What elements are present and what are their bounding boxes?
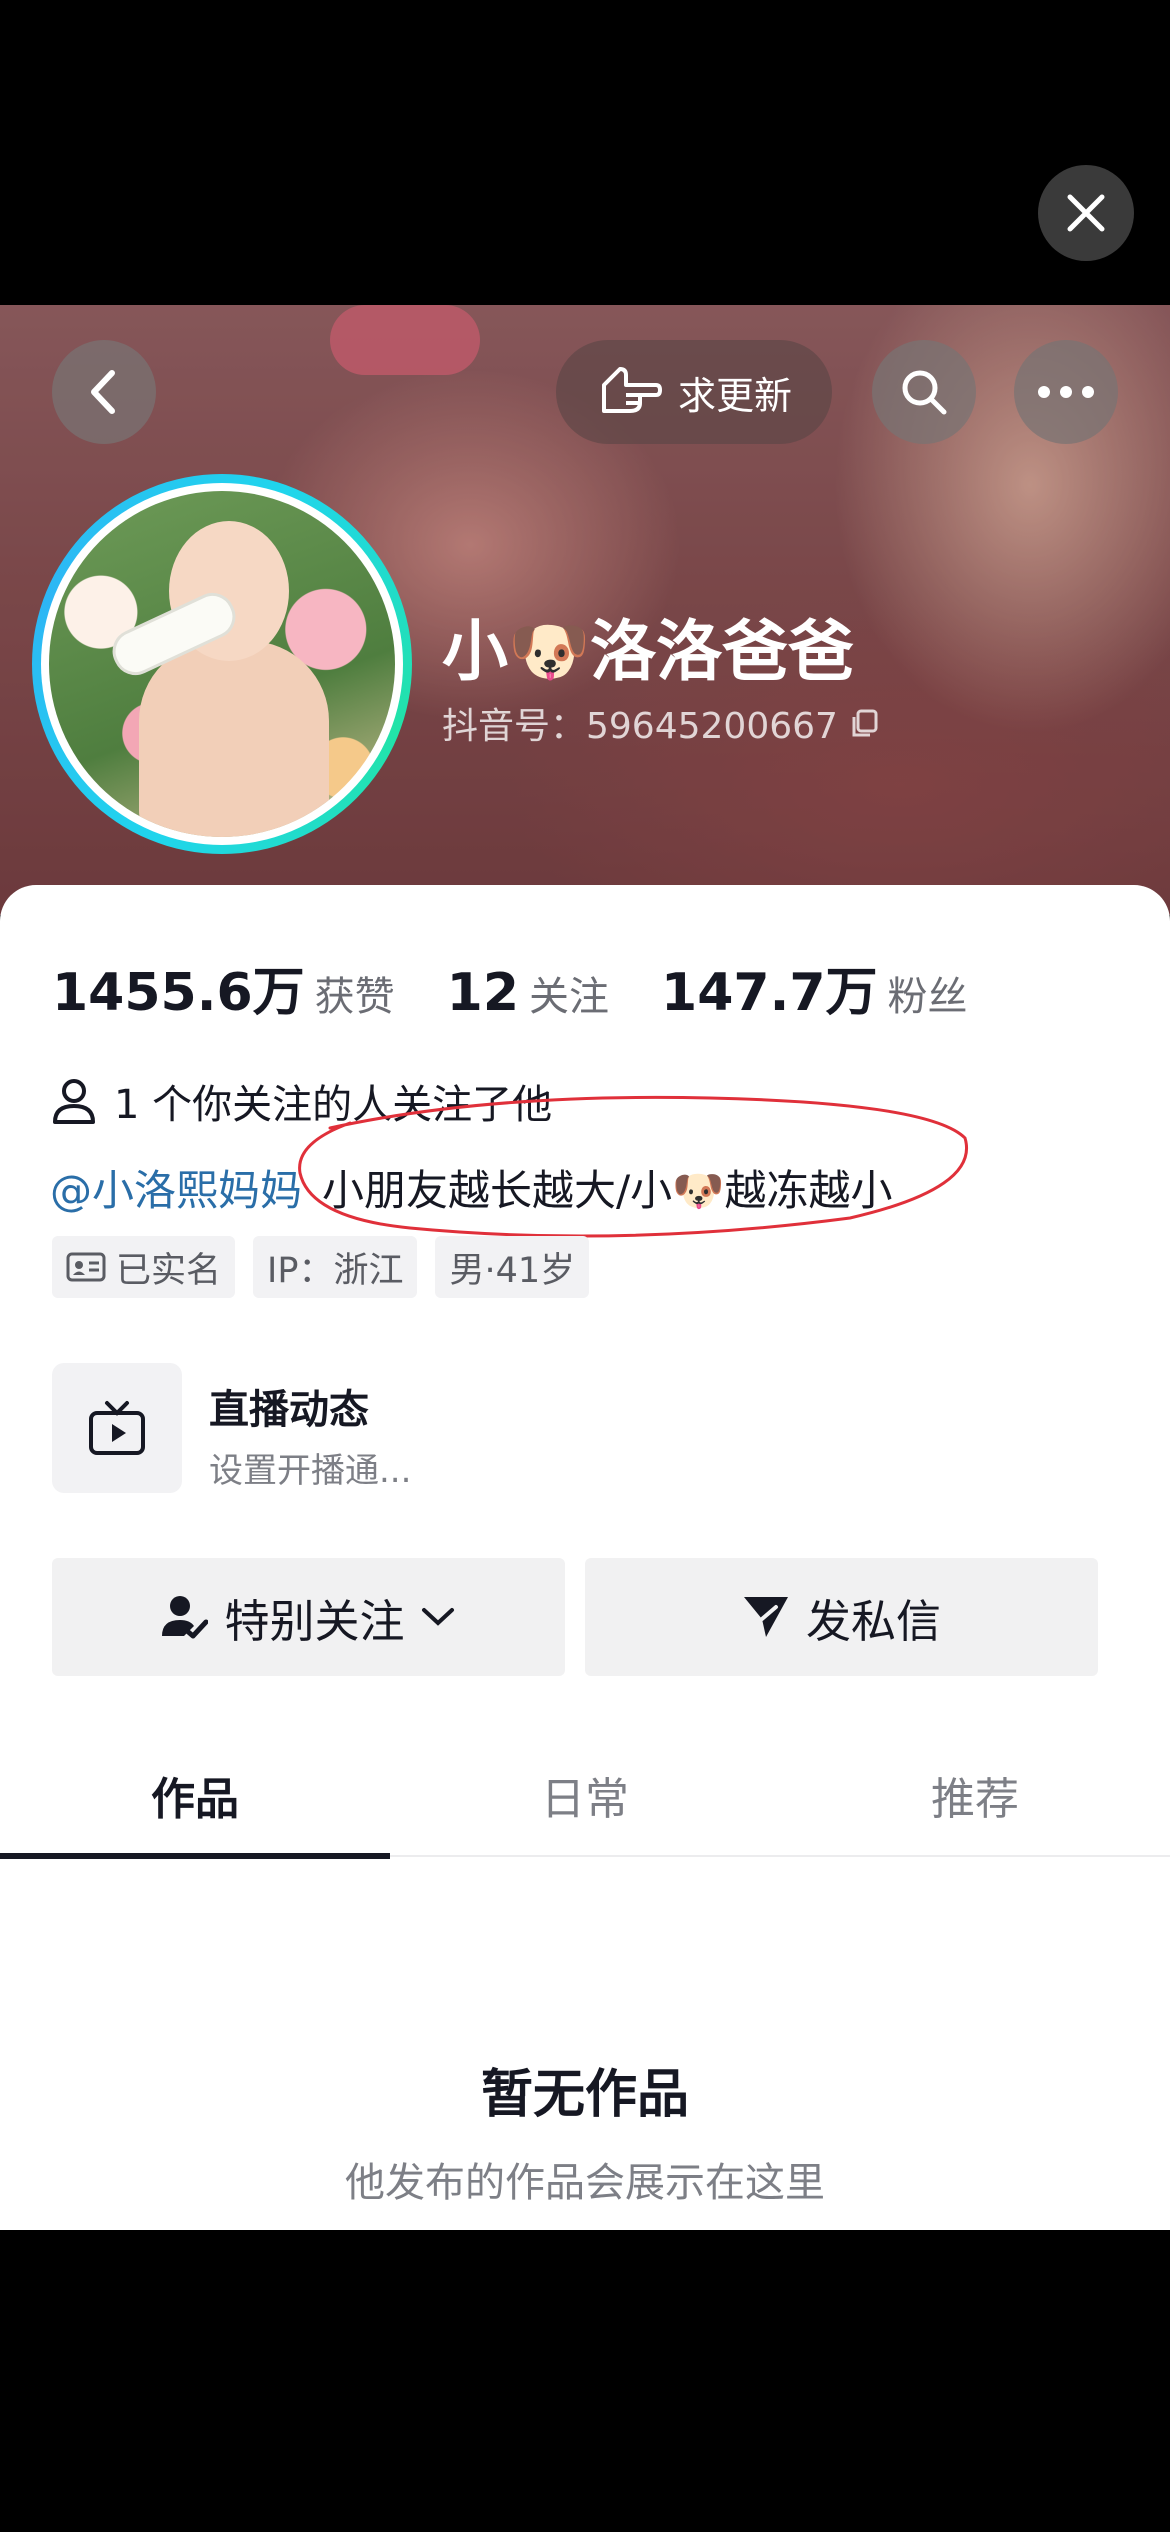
red-annotation-circle xyxy=(298,1095,968,1238)
stat-value: 12 xyxy=(446,963,520,1023)
request-update-button[interactable]: 求更新 xyxy=(556,340,832,444)
ip-tag-label: IP：浙江 xyxy=(267,1250,404,1291)
douyin-id-text: 抖音号：59645200667 xyxy=(442,706,838,747)
avatar-image xyxy=(49,491,395,837)
tab-daily[interactable]: 日常 xyxy=(390,1735,780,1855)
close-icon xyxy=(1067,194,1105,232)
person-check-icon xyxy=(162,1596,209,1639)
chevron-left-icon xyxy=(91,370,115,414)
avatar[interactable] xyxy=(32,474,412,854)
live-updates-row[interactable]: 直播动态 设置开播通... xyxy=(52,1363,852,1493)
more-icon xyxy=(1038,386,1094,398)
tab-recommended[interactable]: 推荐 xyxy=(780,1735,1170,1855)
pointing-hand-icon xyxy=(601,367,662,413)
stat-value: 1455.6万 xyxy=(52,963,305,1023)
close-button[interactable] xyxy=(1038,165,1134,261)
search-icon xyxy=(902,370,947,415)
profile-name: 小🐶洛洛爸爸 xyxy=(442,613,855,690)
id-card-icon xyxy=(66,1252,106,1282)
ip-tag: IP：浙江 xyxy=(253,1236,418,1298)
special-follow-label: 特别关注 xyxy=(224,1594,405,1648)
copy-icon xyxy=(852,709,878,737)
stat-following[interactable]: 12 关注 xyxy=(447,963,609,1023)
gender-age-tag: 男·41岁 xyxy=(435,1236,590,1298)
chevron-down-icon xyxy=(421,1608,454,1626)
verified-tag-label: 已实名 xyxy=(116,1250,222,1291)
stats-row: 1455.6万 获赞 12 关注 147.7万 粉丝 xyxy=(52,950,1020,1025)
stat-label: 获赞 xyxy=(314,974,395,1020)
tab-works[interactable]: 作品 xyxy=(0,1735,390,1859)
content-tabs: 作品 日常 推荐 xyxy=(0,1735,1170,1859)
paper-plane-icon xyxy=(743,1597,788,1637)
stat-followers[interactable]: 147.7万 粉丝 xyxy=(661,950,967,1025)
douyin-id[interactable]: 抖音号：59645200667 xyxy=(442,697,880,749)
back-button[interactable] xyxy=(52,340,156,444)
empty-state-subtitle: 他发布的作品会展示在这里 xyxy=(345,2160,825,2206)
request-update-label: 求更新 xyxy=(677,373,792,418)
send-message-button[interactable]: 发私信 xyxy=(585,1558,1098,1676)
stat-label: 关注 xyxy=(529,974,610,1020)
stat-label: 粉丝 xyxy=(887,974,968,1020)
send-message-label: 发私信 xyxy=(805,1594,941,1648)
stat-value: 147.7万 xyxy=(661,963,878,1023)
verified-tag: 已实名 xyxy=(52,1236,236,1298)
empty-state-title: 暂无作品 xyxy=(480,2065,689,2125)
live-title: 直播动态 xyxy=(209,1387,369,1433)
stat-likes[interactable]: 1455.6万 获赞 xyxy=(52,950,395,1025)
person-icon xyxy=(53,1079,95,1124)
special-follow-button[interactable]: 特别关注 xyxy=(52,1558,565,1676)
live-subtitle: 设置开播通... xyxy=(209,1451,412,1491)
bio-mention-link[interactable]: @小洛熙妈妈 xyxy=(50,1166,302,1215)
live-tv-icon xyxy=(52,1363,182,1493)
search-button[interactable] xyxy=(872,340,976,444)
more-button[interactable] xyxy=(1014,340,1118,444)
gender-age-label: 男·41岁 xyxy=(449,1250,576,1291)
profile-tags: 已实名 IP：浙江 男·41岁 xyxy=(52,1236,590,1298)
